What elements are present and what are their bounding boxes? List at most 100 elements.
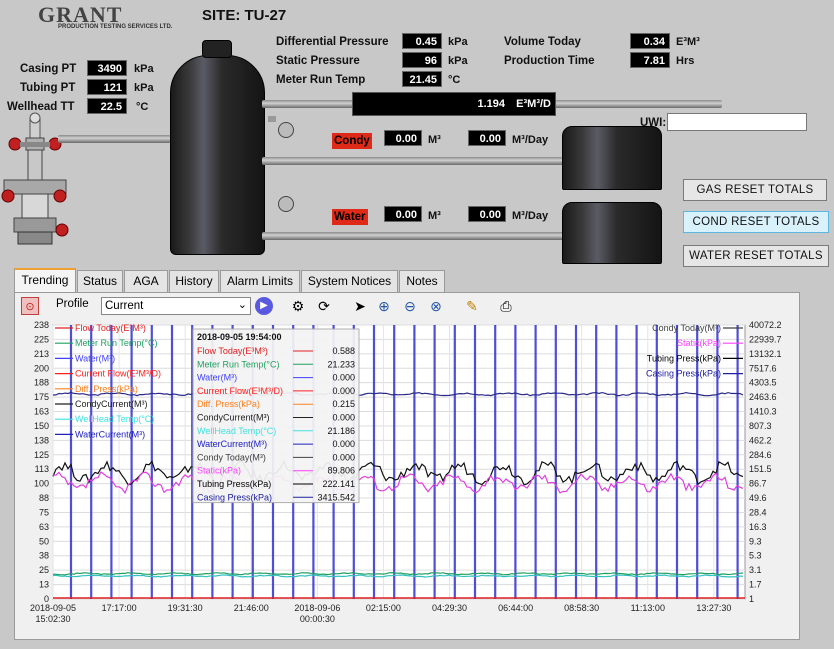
volume-today-value: 0.34 (630, 33, 670, 49)
right-axis-tick: 462.2 (749, 435, 772, 445)
x-axis-tick: 04:29:30 (432, 603, 467, 613)
run-temp-value: 21.45 (402, 71, 442, 87)
x-axis-tick: 02:15:00 (366, 603, 401, 613)
site-title: SITE: TU-27 (202, 7, 287, 24)
tooltip-row-name: Condy Today(M³) (197, 452, 266, 462)
annotate-icon[interactable]: ✎ (463, 297, 481, 315)
condy-pipe (262, 157, 582, 165)
right-axis-tick: 807.3 (749, 421, 772, 431)
condy-volume-value: 0.00 (384, 130, 422, 146)
chart-settings-icon[interactable]: ⚙ (289, 297, 307, 315)
tooltip-row-value: 0.588 (332, 346, 355, 356)
x-axis-tick: 2018-09-05 (30, 603, 76, 613)
x-axis-tick: 06:44:00 (498, 603, 533, 613)
right-axis-tick: 13132.1 (749, 349, 782, 359)
water-tank (562, 202, 662, 264)
trending-panel: ⊙ Profile Current ⌄ ▶ ⚙ ⟳ ➤ ⊕ ⊖ ⊗ ✎ ⎙ 23… (14, 292, 800, 640)
zoom-out-icon[interactable]: ⊖ (401, 297, 419, 315)
legend-entry: Flow Today(E³M³) (75, 323, 146, 333)
left-axis-tick: 113 (35, 464, 49, 474)
legend-entry: WellHead Temp(°C) (75, 414, 154, 424)
production-time-value: 7.81 (630, 52, 670, 68)
right-axis-tick: 284.6 (749, 450, 772, 460)
wellhead-tt-value: 22.5 (87, 98, 127, 114)
profile-select[interactable]: Current ⌄ (101, 297, 251, 315)
water-volume-unit: M³ (428, 210, 441, 222)
tooltip-row-name: Tubing Press(kPa) (197, 479, 271, 489)
tooltip-row-name: WaterCurrent(M³) (197, 439, 267, 449)
left-axis-tick: 25 (39, 565, 49, 575)
chart-refresh-icon[interactable]: ⟳ (315, 297, 333, 315)
right-axis-tick: 40072.2 (749, 320, 782, 330)
zoom-in-icon[interactable]: ⊕ (375, 297, 393, 315)
gas-reset-totals-button[interactable]: GAS RESET TOTALS (683, 179, 827, 201)
tooltip-row-name: Water(M³) (197, 373, 237, 383)
trend-chart[interactable]: 2382252132001881751631501381251131008875… (15, 319, 801, 639)
run-temp-unit: °C (448, 74, 461, 86)
tooltip-row-name: Casing Press(kPa) (197, 492, 272, 502)
left-axis-tick: 225 (34, 334, 49, 344)
tubing-pt-label: Tubing PT (20, 82, 76, 94)
wellhead-tree-graphic (1, 112, 69, 245)
legend-entry: Tubing Press(kPa) (647, 353, 721, 363)
chevron-down-icon: ⌄ (237, 299, 247, 311)
tab-system-notices[interactable]: System Notices (301, 270, 398, 292)
water-label: Water (332, 209, 368, 225)
left-axis-tick: 100 (34, 479, 49, 489)
x-axis-tick-line2: 15:02:30 (35, 614, 70, 624)
tooltip-row-value: 21.186 (327, 426, 355, 436)
legend-entry: Meter Run Temp(°C) (75, 338, 157, 348)
tubing-pt-value: 121 (87, 79, 127, 95)
tooltip-row-value: 0.215 (332, 399, 355, 409)
tab-notes[interactable]: Notes (399, 270, 445, 292)
tab-trending[interactable]: Trending (14, 268, 76, 292)
water-reset-totals-button[interactable]: WATER RESET TOTALS (683, 245, 829, 267)
legend-entry: CondyCurrent(M³) (75, 399, 148, 409)
x-axis-tick-line2: 00:00:30 (300, 614, 335, 624)
tab-alarm-limits[interactable]: Alarm Limits (220, 270, 300, 292)
legend-entry: Condy Today(M³) (652, 323, 721, 333)
legend-entry: Diff. Press(kPa) (75, 384, 138, 394)
static-pressure-label: Static Pressure (276, 55, 360, 67)
zoom-fit-icon[interactable]: ⊗ (427, 297, 445, 315)
right-axis-tick: 28.4 (749, 507, 767, 517)
tooltip-row-value: 21.233 (327, 359, 355, 369)
print-icon[interactable]: ⎙ (497, 297, 515, 315)
export-icon[interactable]: ⊙ (21, 297, 39, 315)
left-axis-tick: 50 (39, 536, 49, 546)
legend-entry: Casing Press(kPa) (646, 369, 721, 379)
tooltip-row-name: Meter Run Temp(°C) (197, 359, 279, 369)
right-axis-tick: 9.3 (749, 536, 762, 546)
go-button-icon[interactable]: ▶ (255, 297, 273, 315)
volume-today-label: Volume Today (504, 36, 581, 48)
left-axis-tick: 213 (34, 349, 49, 359)
wellhead-tt-unit: °C (136, 101, 149, 113)
left-axis-tick: 125 (34, 450, 49, 460)
right-axis-tick: 86.7 (749, 479, 767, 489)
run-temp-label: Meter Run Temp (276, 74, 366, 86)
tooltip-row-name: Flow Today(E³M³) (197, 346, 268, 356)
tubing-pt-unit: kPa (134, 82, 154, 94)
tooltip-timestamp: 2018-09-05 19:54:00 (197, 332, 282, 342)
tooltip-row-value: 222.141 (322, 479, 355, 489)
x-axis-tick: 11:13:00 (631, 603, 665, 613)
diff-pressure-label: Differential Pressure (276, 36, 389, 48)
left-axis-tick: 38 (39, 551, 49, 561)
left-axis-tick: 163 (34, 407, 49, 417)
right-axis-tick: 5.3 (749, 551, 762, 561)
tooltip-row-value: 0.000 (332, 439, 355, 449)
uwi-input[interactable] (667, 113, 807, 131)
pointer-icon[interactable]: ➤ (351, 297, 369, 315)
logo-subtitle: PRODUCTION TESTING SERVICES LTD. (58, 24, 173, 30)
tooltip-row-value: 3415.542 (317, 492, 355, 502)
tooltip-row-value: 0.000 (332, 452, 355, 462)
flow-rate-unit: E³M³/D (516, 98, 551, 110)
cond-reset-totals-button[interactable]: COND RESET TOTALS (683, 211, 829, 233)
legend-entry: WaterCurrent(M³) (75, 429, 145, 439)
tab-history[interactable]: History (169, 270, 219, 292)
tooltip-row-name: WellHead Temp(°C) (197, 426, 276, 436)
right-axis-tick: 1410.3 (749, 407, 777, 417)
tab-aga[interactable]: AGA (124, 270, 168, 292)
water-rate-value: 0.00 (468, 206, 506, 222)
tab-status[interactable]: Status (77, 270, 123, 292)
